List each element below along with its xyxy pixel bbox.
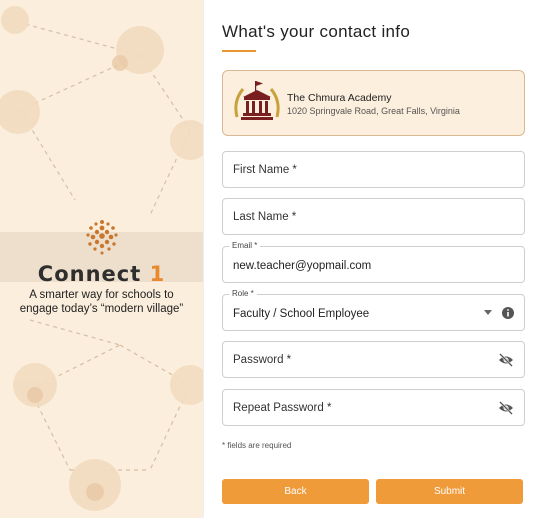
- dropdown-caret-icon[interactable]: [484, 310, 492, 315]
- school-name: The Chmura Academy: [287, 92, 392, 104]
- repeat-password-placeholder: Repeat Password *: [233, 402, 332, 414]
- promo-panel: Connect 1 A smarter way for schools to e…: [0, 0, 203, 518]
- last-name-placeholder: Last Name *: [233, 211, 297, 223]
- last-name-field[interactable]: Last Name *: [222, 198, 525, 235]
- eye-off-icon[interactable]: [498, 353, 514, 367]
- role-select[interactable]: Role * Faculty / School Employee: [222, 289, 525, 331]
- connect-logo-icon: [85, 220, 118, 255]
- role-label: Role *: [229, 289, 257, 299]
- info-icon[interactable]: [501, 306, 515, 320]
- panel-divider: [203, 0, 204, 518]
- school-crest-icon: [234, 81, 280, 120]
- tagline-line-1: A smarter way for schools to: [29, 289, 174, 301]
- password-placeholder: Password *: [233, 354, 292, 366]
- email-label: Email *: [229, 241, 261, 251]
- email-field[interactable]: Email * new.teacher@yopmail.com: [222, 241, 525, 283]
- role-value: Faculty / School Employee: [233, 308, 370, 320]
- first-name-placeholder: First Name *: [233, 164, 297, 176]
- tagline: A smarter way for schools to engage toda…: [0, 288, 203, 316]
- logo-number: 1: [149, 262, 166, 286]
- page-title: What's your contact info: [222, 22, 411, 41]
- repeat-password-field[interactable]: Repeat Password *: [222, 389, 525, 426]
- tagline-line-2: engage today’s “modern village”: [19, 303, 184, 315]
- school-address: 1020 Springvale Road, Great Falls, Virgi…: [287, 106, 460, 116]
- title-underline: [222, 50, 256, 52]
- required-fields-note: * fields are required: [222, 441, 292, 450]
- school-card: The Chmura Academy 1020 Springvale Road,…: [222, 70, 525, 136]
- first-name-field[interactable]: First Name *: [222, 151, 525, 188]
- back-button[interactable]: Back: [222, 479, 369, 504]
- email-value: new.teacher@yopmail.com: [233, 260, 372, 272]
- brand-block: Connect 1 A smarter way for schools to e…: [0, 216, 203, 316]
- eye-off-icon[interactable]: [498, 401, 514, 415]
- password-field[interactable]: Password *: [222, 341, 525, 378]
- submit-button[interactable]: Submit: [376, 479, 523, 504]
- connect-logo-wordmark: Connect 1: [0, 262, 203, 286]
- logo-word: Connect: [37, 262, 142, 286]
